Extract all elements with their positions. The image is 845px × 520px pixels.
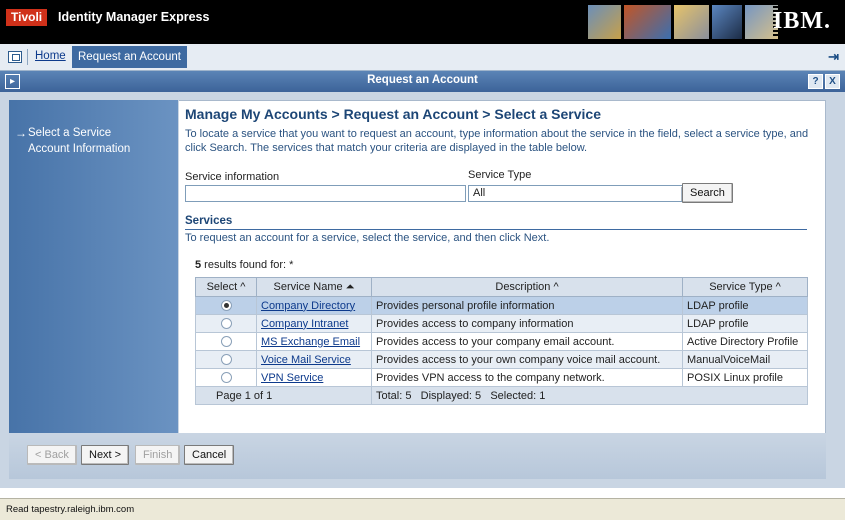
radio-icon[interactable] [220,336,232,348]
service-type-cell: LDAP profile [682,296,808,315]
nav-step-label: Select a Service [28,127,112,139]
service-information-input[interactable] [185,185,466,202]
tivoli-brand: Tivoli [6,9,48,26]
table-header-row: Select ^ Service Name ⏶ Description ^ Se… [195,277,808,297]
table-totals: Total: 5 Displayed: 5 Selected: 1 [371,386,808,405]
description-cell: Provides access to your company email ac… [371,332,683,351]
back-button[interactable]: < Back [27,445,77,465]
page-title: Manage My Accounts > Request an Account … [185,106,601,122]
service-type-cell: ManualVoiceMail [682,350,808,369]
product-name: Identity Manager Express [58,10,210,24]
service-name-cell: Company Directory [256,296,372,315]
row-select-cell[interactable] [195,350,257,369]
service-name-cell: Voice Mail Service [256,350,372,369]
finish-button[interactable]: Finish [135,445,181,465]
ibm-logo: IBM. [773,6,831,36]
description-cell: Provides personal profile information [371,296,683,315]
table-row[interactable]: Voice Mail Service Provides access to yo… [195,350,808,369]
table-row[interactable]: VPN Service Provides VPN access to the c… [195,368,808,387]
service-name-link[interactable]: Voice Mail Service [261,354,351,366]
service-type-select[interactable]: All ▼ [468,185,698,202]
tab-separator [27,49,28,65]
tab-window-icon[interactable] [8,51,22,63]
service-name-link[interactable]: VPN Service [261,372,323,384]
row-select-cell[interactable] [195,314,257,333]
service-name-link[interactable]: MS Exchange Email [261,336,360,348]
row-select-cell[interactable] [195,368,257,387]
wizard-steps-nav: → Select a Service Account Information [9,100,178,433]
tab-bar: Home Request an Account ⇥ [0,44,845,71]
row-select-cell[interactable] [195,296,257,315]
radio-icon[interactable] [220,318,232,330]
results-suffix: results found for: * [201,259,294,271]
arrow-right-icon: → [15,126,27,140]
results-summary: 5 results found for: * [195,259,293,271]
row-select-cell[interactable] [195,332,257,351]
service-name-cell: MS Exchange Email [256,332,372,351]
nav-step-select-service[interactable]: → Select a Service [15,126,112,140]
service-name-cell: Company Intranet [256,314,372,333]
service-name-cell: VPN Service [256,368,372,387]
radio-icon[interactable] [220,300,232,312]
close-icon[interactable]: X [825,74,840,89]
intro-text: To locate a service that you want to req… [185,128,809,154]
service-information-label: Service information [185,171,280,183]
col-select-header[interactable]: Select ^ [195,277,257,297]
table-page-info: Page 1 of 1 [195,386,372,405]
services-divider [185,229,807,230]
status-text: Read tapestry.raleigh.ibm.com [6,504,135,515]
service-type-cell: LDAP profile [682,314,808,333]
col-service-name-header[interactable]: Service Name ⏶ [256,277,372,297]
table-footer-row: Page 1 of 1 Total: 5 Displayed: 5 Select… [195,386,808,405]
wizard-frame: → Select a Service Account Information M… [0,92,845,488]
top-banner: Tivoli Identity Manager Express IBM. [0,0,845,44]
browser-status-bar: Read tapestry.raleigh.ibm.com [0,498,845,520]
banner-artwork [588,5,778,39]
cancel-button[interactable]: Cancel [184,445,235,465]
portlet-title: Request an Account [367,74,478,86]
exit-icon[interactable]: ⇥ [828,49,839,65]
col-description-header[interactable]: Description ^ [371,277,683,297]
radio-icon[interactable] [220,354,232,366]
service-type-cell: Active Directory Profile [682,332,808,351]
service-type-value: All [473,187,486,199]
portlet-titlebar: ▸ Request an Account ? X [0,71,845,92]
help-icon[interactable]: ? [808,74,823,89]
service-name-link[interactable]: Company Directory [261,300,355,312]
col-service-type-header[interactable]: Service Type ^ [682,277,808,297]
description-cell: Provides access to your own company voic… [371,350,683,369]
description-cell: Provides access to company information [371,314,683,333]
table-row[interactable]: MS Exchange Email Provides access to you… [195,332,808,351]
services-table: Select ^ Service Name ⏶ Description ^ Se… [195,277,808,405]
services-description: To request an account for a service, sel… [185,232,550,244]
main-content: Manage My Accounts > Request an Account … [179,100,826,435]
radio-icon[interactable] [220,372,232,384]
nav-step-account-information[interactable]: Account Information [28,142,130,156]
service-name-link[interactable]: Company Intranet [261,318,348,330]
description-cell: Provides VPN access to the company netwo… [371,368,683,387]
next-button[interactable]: Next > [81,445,130,465]
wizard-button-bar: < Back Next > Finish Cancel [9,433,826,479]
search-button[interactable]: Search [682,183,733,203]
service-type-label: Service Type [468,169,532,181]
tab-home[interactable]: Home [35,50,66,62]
table-row[interactable]: Company Intranet Provides access to comp… [195,314,808,333]
services-heading: Services [185,215,233,227]
table-row[interactable]: Company Directory Provides personal prof… [195,296,808,315]
tab-request-account[interactable]: Request an Account [72,46,187,68]
service-type-cell: POSIX Linux profile [682,368,808,387]
